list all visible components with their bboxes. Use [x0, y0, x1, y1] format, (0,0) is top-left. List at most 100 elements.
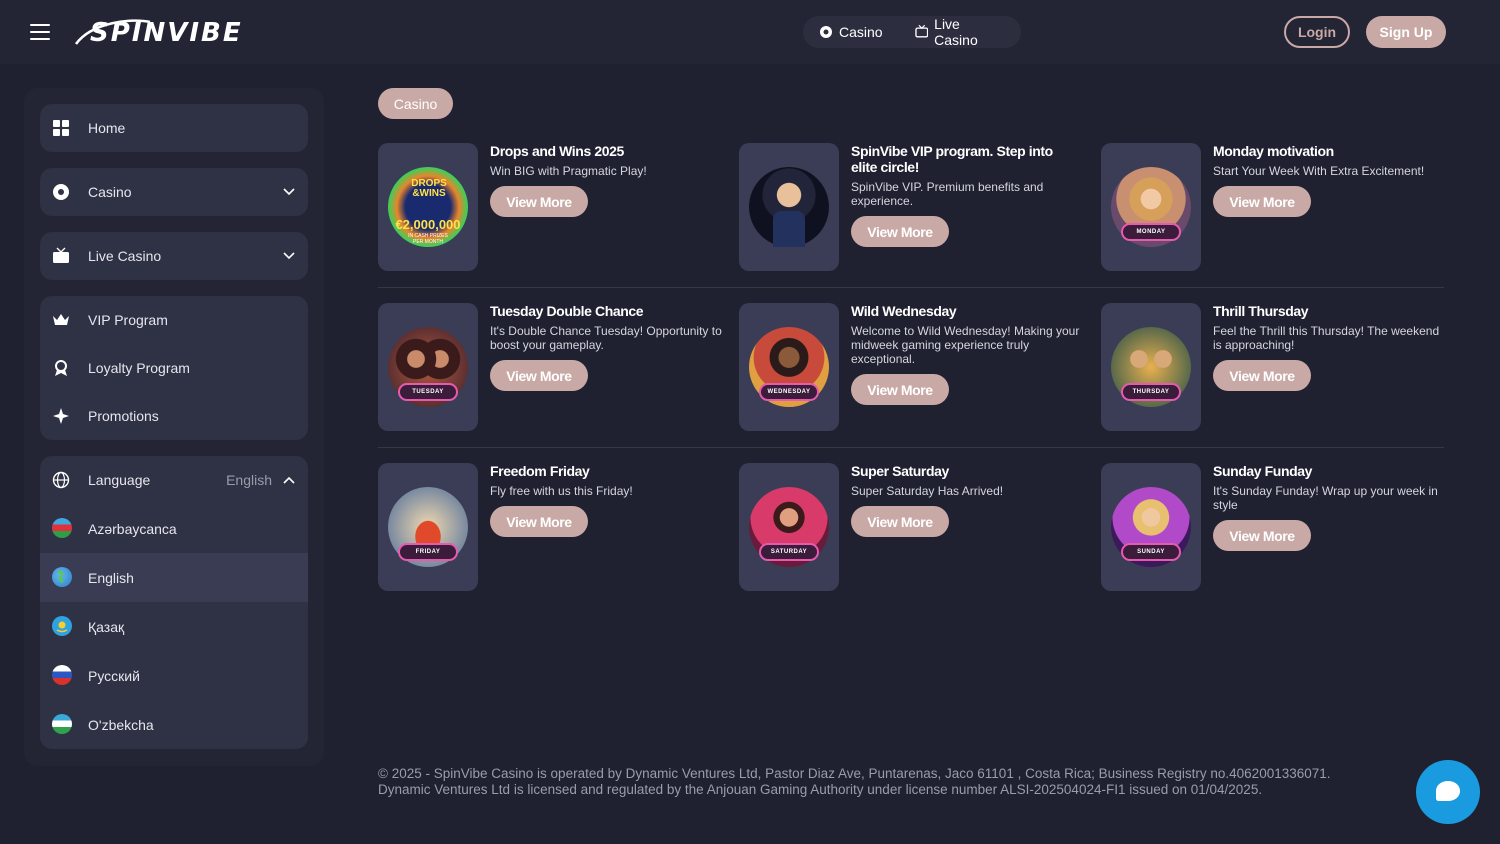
view-more-button[interactable]: View More: [1213, 360, 1311, 391]
language-option-uz[interactable]: O'zbekcha: [40, 700, 308, 749]
promo-thumbnail[interactable]: THURSDAY: [1101, 303, 1201, 431]
language-option-label: English: [88, 569, 134, 586]
promo-thumbnail[interactable]: TUESDAY: [378, 303, 478, 431]
promo-title: Freedom Friday: [490, 463, 590, 479]
signup-button[interactable]: Sign Up: [1366, 16, 1446, 48]
uzbekistan-flag-icon: [52, 714, 72, 734]
chevron-up-icon: [283, 476, 295, 484]
sidebar: Home Casino Live Casino VIP Program Loya…: [24, 88, 324, 766]
view-more-button[interactable]: View More: [490, 506, 588, 537]
promo-thumbnail[interactable]: WEDNESDAY: [739, 303, 839, 431]
promo-description: It's Double Chance Tuesday! Opportunity …: [490, 324, 722, 352]
login-button[interactable]: Login: [1284, 16, 1350, 48]
sidebar-item-label: Casino: [88, 184, 132, 200]
promo-thumbnail[interactable]: [739, 143, 839, 271]
view-more-button[interactable]: View More: [1213, 520, 1311, 551]
kazakhstan-flag-icon: [52, 616, 72, 636]
drops-wins-logo-text: DROPS &WINS: [411, 178, 447, 199]
promo-card: WEDNESDAY Wild Wednesday Welcome to Wild…: [739, 303, 1079, 433]
sidebar-item-loyalty[interactable]: Loyalty Program: [40, 344, 308, 392]
promo-thumbnail[interactable]: MONDAY: [1101, 143, 1201, 271]
promo-card: DROPS &WINS €2,000,000 IN CASH PRIZES PER …: [378, 143, 718, 273]
promo-title: Monday motivation: [1213, 143, 1334, 159]
sidebar-home-box: Home: [40, 104, 308, 152]
chat-button[interactable]: [1416, 760, 1480, 824]
sidebar-item-vip[interactable]: VIP Program: [40, 296, 308, 344]
promo-thumbnail[interactable]: DROPS &WINS €2,000,000 IN CASH PRIZES PER …: [378, 143, 478, 271]
promo-thumbnail[interactable]: FRIDAY: [378, 463, 478, 591]
view-more-button[interactable]: View More: [851, 506, 949, 537]
promo-title: Tuesday Double Chance: [490, 303, 644, 319]
topnav-casino[interactable]: Casino: [803, 24, 899, 40]
sidebar-item-label: Promotions: [88, 408, 159, 424]
language-option-label: Қазақ: [88, 618, 125, 635]
language-option-kz[interactable]: Қазақ: [40, 602, 308, 651]
top-header: SPINVIBE Casino Live Casino Login Sign U…: [0, 0, 1500, 64]
promo-title: Super Saturday: [851, 463, 949, 479]
globe-flag-icon: [52, 567, 72, 587]
promo-description: Win BIG with Pragmatic Play!: [490, 164, 647, 178]
promo-description: Feel the Thrill this Thursday! The weeke…: [1213, 324, 1440, 352]
day-badge: FRIDAY: [398, 543, 458, 561]
language-option-label: O'zbekcha: [88, 716, 154, 733]
language-option-ru[interactable]: Русский: [40, 651, 308, 700]
promo-card: MONDAY Monday motivation Start Your Week…: [1101, 143, 1441, 273]
promo-title: Drops and Wins 2025: [490, 143, 624, 159]
sidebar-live-box: Live Casino: [40, 232, 308, 280]
sidebar-programs-box: VIP Program Loyalty Program Promotions: [40, 296, 308, 440]
promo-thumbnail[interactable]: SATURDAY: [739, 463, 839, 591]
promo-card: SATURDAY Super Saturday Super Saturday H…: [739, 463, 1079, 593]
sidebar-item-live-casino[interactable]: Live Casino: [40, 232, 308, 280]
language-option-az[interactable]: Azərbaycanca: [40, 504, 308, 553]
vip-suit-shape: [773, 211, 805, 247]
spinvibe-logo[interactable]: SPINVIBE: [72, 16, 250, 48]
sparkle-icon: [53, 408, 69, 424]
day-badge: THURSDAY: [1121, 383, 1181, 401]
day-badge: MONDAY: [1121, 223, 1181, 241]
russia-flag-icon: [52, 665, 72, 685]
sidebar-item-promotions[interactable]: Promotions: [40, 392, 308, 440]
promo-description: Start Your Week With Extra Excitement!: [1213, 164, 1425, 178]
language-current-value: English: [226, 472, 272, 488]
casino-chip-icon: [53, 184, 69, 200]
promo-title: SpinVibe VIP program. Step into elite ci…: [851, 143, 1053, 175]
topnav-casino-label: Casino: [839, 24, 883, 40]
language-toggle[interactable]: Language English: [40, 456, 308, 504]
top-nav: Casino Live Casino: [803, 16, 1021, 48]
sidebar-casino-box: Casino: [40, 168, 308, 216]
view-more-button[interactable]: View More: [851, 374, 949, 405]
chevron-down-icon: [283, 252, 295, 260]
view-more-button[interactable]: View More: [1213, 186, 1311, 217]
language-label: Language: [88, 472, 151, 488]
day-badge: TUESDAY: [398, 383, 458, 401]
row-divider: [378, 447, 1444, 448]
filter-chip-casino[interactable]: Casino: [378, 88, 453, 119]
promo-description: SpinVibe VIP. Premium benefits and exper…: [851, 180, 1044, 208]
live-tv-icon: [53, 247, 69, 263]
promo-card: FRIDAY Freedom Friday Fly free with us t…: [378, 463, 718, 593]
sidebar-item-label: VIP Program: [88, 312, 168, 328]
language-option-label: Azərbaycanca: [88, 520, 177, 537]
promo-title: Sunday Funday: [1213, 463, 1313, 479]
casino-chip-icon: [820, 26, 832, 38]
sidebar-item-casino[interactable]: Casino: [40, 168, 308, 216]
footer-legal: © 2025 - SpinVibe Casino is operated by …: [378, 766, 1378, 798]
chevron-down-icon: [283, 188, 295, 196]
grid-icon: [53, 120, 69, 136]
sidebar-language-box: Language English Azərbaycanca English Қа…: [40, 456, 308, 749]
topnav-live-casino[interactable]: Live Casino: [899, 16, 1021, 48]
sidebar-item-label: Home: [88, 120, 126, 136]
view-more-button[interactable]: View More: [851, 216, 949, 247]
promo-title: Wild Wednesday: [851, 303, 957, 319]
promo-thumbnail[interactable]: SUNDAY: [1101, 463, 1201, 591]
promo-card: SUNDAY Sunday Funday It's Sunday Funday!…: [1101, 463, 1441, 593]
promo-card: SpinVibe VIP program. Step into elite ci…: [739, 143, 1079, 273]
view-more-button[interactable]: View More: [490, 186, 588, 217]
menu-icon[interactable]: [30, 24, 50, 40]
sidebar-item-home[interactable]: Home: [40, 104, 308, 152]
view-more-button[interactable]: View More: [490, 360, 588, 391]
topnav-live-casino-label: Live Casino: [934, 16, 978, 48]
language-option-en[interactable]: English: [40, 553, 308, 602]
globe-icon: [52, 471, 70, 489]
promo-description: It's Sunday Funday! Wrap up your week in…: [1213, 484, 1438, 512]
